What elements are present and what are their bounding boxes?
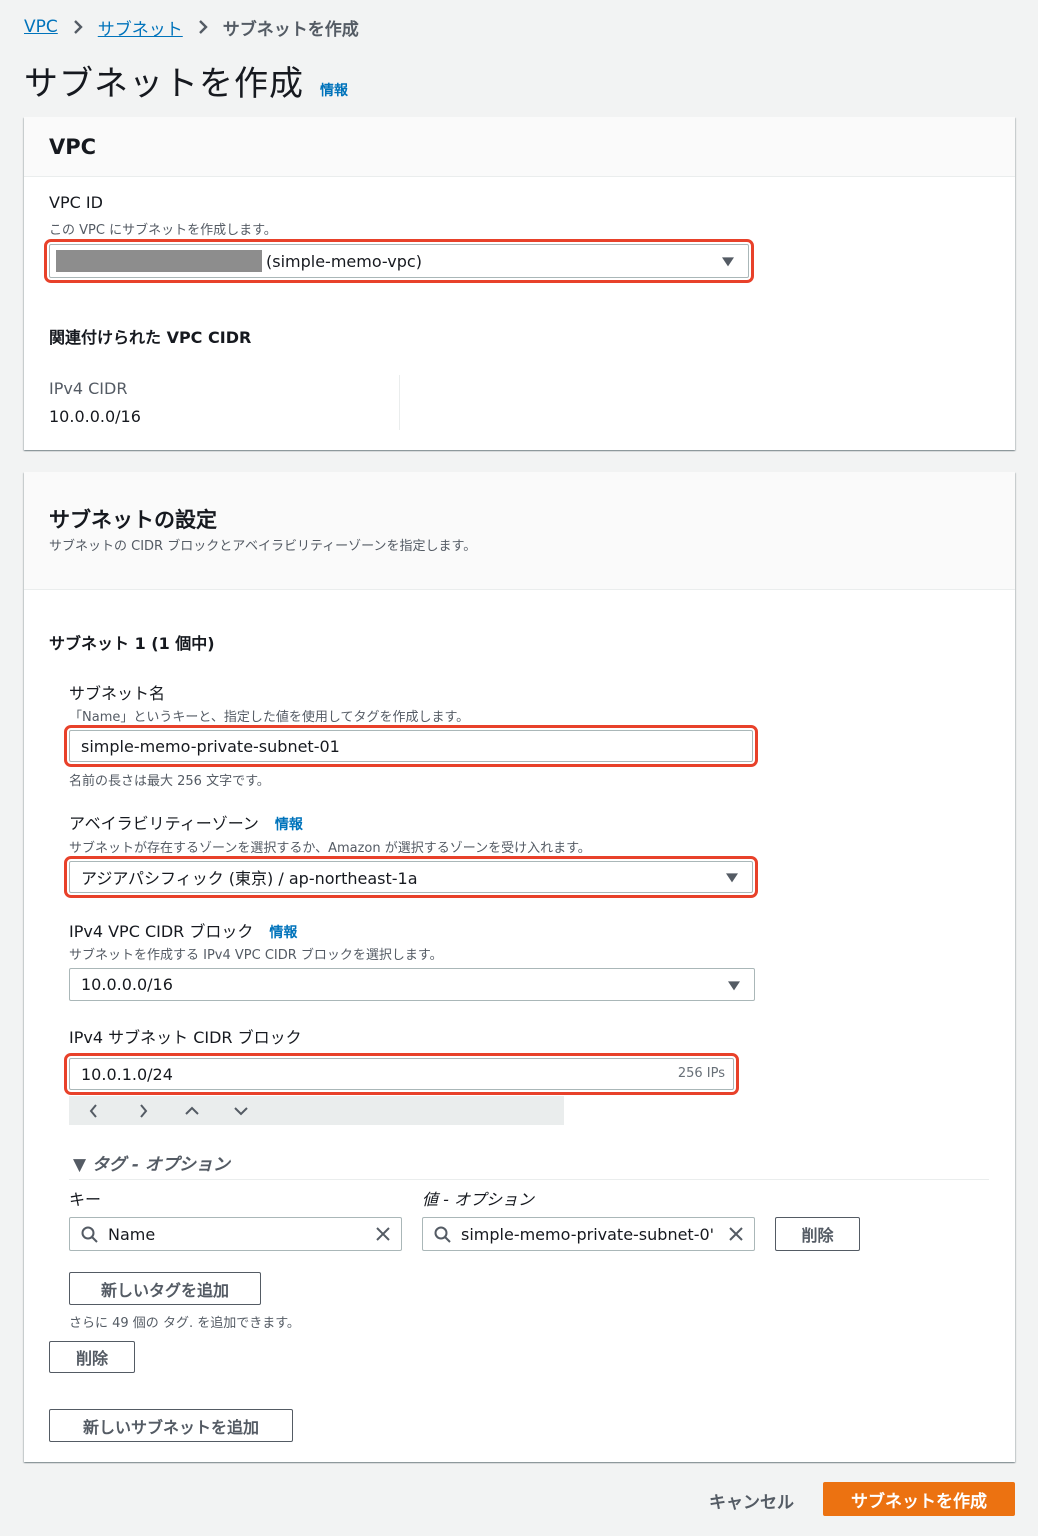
tag-key-label: キー bbox=[69, 1190, 102, 1209]
az-select[interactable]: アジアパシフィック (東京) / ap-northeast-1a bbox=[64, 856, 758, 898]
az-desc: サブネットが存在するゾーンを選択するか、Amazon が選択するゾーンを受け入れ… bbox=[69, 841, 591, 856]
page-title: サブネットを作成 bbox=[24, 64, 304, 104]
subnet-cidr-value: 10.0.1.0/24 bbox=[81, 1064, 173, 1084]
divider bbox=[399, 375, 400, 430]
subnet-cidr-label: IPv4 サブネット CIDR ブロック bbox=[69, 1028, 302, 1047]
az-info-link[interactable]: 情報 bbox=[275, 814, 303, 834]
subnet-name-hint: 名前の長さは最大 256 文字です。 bbox=[69, 774, 270, 789]
vpc-cidr-info-link[interactable]: 情報 bbox=[269, 922, 297, 942]
chevron-right-icon bbox=[72, 19, 84, 35]
subnet-cidr-input[interactable]: 10.0.1.0/24 256 IPs bbox=[64, 1053, 739, 1095]
caret-down-icon bbox=[722, 257, 734, 267]
divider bbox=[69, 1179, 989, 1180]
subnet-panel-title: サブネットの設定 bbox=[49, 508, 217, 532]
subnet-settings-panel: サブネットの設定 サブネットの CIDR ブロックとアベイラビリティーゾーンを指… bbox=[24, 472, 1015, 1462]
vpc-panel: VPC VPC ID この VPC にサブネットを作成します。 (simple-… bbox=[24, 117, 1015, 450]
chevron-up-icon[interactable] bbox=[177, 1098, 207, 1124]
clear-icon[interactable] bbox=[375, 1226, 391, 1242]
remove-subnet-button[interactable]: 削除 bbox=[49, 1341, 135, 1373]
subnet-count-label: サブネット 1 (1 個中) bbox=[49, 634, 215, 653]
subnet-name-label: サブネット名 bbox=[69, 684, 166, 703]
breadcrumb: VPC サブネット サブネットを作成 bbox=[24, 14, 359, 40]
search-icon bbox=[434, 1226, 451, 1243]
vpc-id-desc: この VPC にサブネットを作成します。 bbox=[49, 223, 277, 238]
breadcrumb-current: サブネットを作成 bbox=[222, 19, 359, 40]
tags-toggle[interactable]: ▼ タグ - オプション bbox=[73, 1150, 230, 1175]
vpc-cidr-block-select[interactable]: 10.0.0.0/16 bbox=[69, 968, 755, 1001]
vpc-id-value: (simple-memo-vpc) bbox=[266, 251, 422, 271]
subnet-name-value: simple-memo-private-subnet-01 bbox=[81, 736, 340, 756]
subnet-name-desc: 「Name」というキーと、指定した値を使用してタグを作成します。 bbox=[69, 710, 470, 725]
chevron-right-icon bbox=[197, 19, 209, 35]
subnet-panel-desc: サブネットの CIDR ブロックとアベイラビリティーゾーンを指定します。 bbox=[49, 539, 477, 554]
ipv4-cidr-value: 10.0.0.0/16 bbox=[49, 407, 141, 426]
vpc-cidr-block-value: 10.0.0.0/16 bbox=[81, 975, 173, 994]
page-info-link[interactable]: 情報 bbox=[320, 80, 348, 100]
az-label: アベイラビリティーゾーン bbox=[69, 814, 259, 833]
add-subnet-button[interactable]: 新しいサブネットを追加 bbox=[49, 1409, 293, 1442]
tag-key-input[interactable]: Name bbox=[69, 1217, 402, 1251]
chevron-left-icon[interactable] bbox=[79, 1098, 109, 1124]
breadcrumb-vpc-link[interactable]: VPC bbox=[24, 17, 58, 37]
caret-down-icon bbox=[726, 873, 738, 883]
chevron-right-icon[interactable] bbox=[128, 1098, 158, 1124]
chevron-down-icon[interactable] bbox=[226, 1098, 256, 1124]
redacted-vpc-id bbox=[56, 250, 262, 272]
tag-key-value: Name bbox=[108, 1224, 156, 1244]
assoc-cidr-label: 関連付けられた VPC CIDR bbox=[49, 328, 252, 347]
tag-value-input[interactable]: simple-memo-private-subnet-0' bbox=[422, 1217, 755, 1251]
vpc-id-label: VPC ID bbox=[49, 193, 103, 212]
az-value: アジアパシフィック (東京) / ap-northeast-1a bbox=[81, 869, 418, 888]
ipv4-cidr-label: IPv4 CIDR bbox=[49, 379, 128, 398]
breadcrumb-subnet-link[interactable]: サブネット bbox=[98, 15, 183, 40]
tag-remaining-hint: さらに 49 個の タグ. を追加できます。 bbox=[69, 1316, 300, 1331]
vpc-cidr-block-desc: サブネットを作成する IPv4 VPC CIDR ブロックを選択します。 bbox=[69, 948, 443, 963]
cidr-nav-strip bbox=[69, 1096, 564, 1125]
remove-tag-button[interactable]: 削除 bbox=[775, 1217, 860, 1251]
subnet-panel-header: サブネットの設定 サブネットの CIDR ブロックとアベイラビリティーゾーンを指… bbox=[24, 472, 1015, 590]
clear-icon[interactable] bbox=[728, 1226, 744, 1242]
create-subnet-button[interactable]: サブネットを作成 bbox=[823, 1482, 1015, 1516]
subnet-cidr-ip-count: 256 IPs bbox=[677, 1066, 725, 1081]
tag-value-label: 値 - オプション bbox=[422, 1190, 534, 1209]
tag-value-value: simple-memo-private-subnet-0' bbox=[461, 1224, 715, 1244]
vpc-id-select[interactable]: (simple-memo-vpc) bbox=[44, 239, 754, 283]
vpc-panel-header: VPC bbox=[24, 117, 1015, 177]
vpc-cidr-block-label: IPv4 VPC CIDR ブロック bbox=[69, 922, 254, 941]
subnet-name-input[interactable]: simple-memo-private-subnet-01 bbox=[64, 725, 758, 767]
caret-down-icon bbox=[728, 980, 740, 990]
add-tag-button[interactable]: 新しいタグを追加 bbox=[69, 1272, 261, 1305]
search-icon bbox=[81, 1226, 98, 1243]
vpc-panel-title: VPC bbox=[49, 134, 97, 159]
cancel-button[interactable]: キャンセル bbox=[709, 1488, 794, 1513]
